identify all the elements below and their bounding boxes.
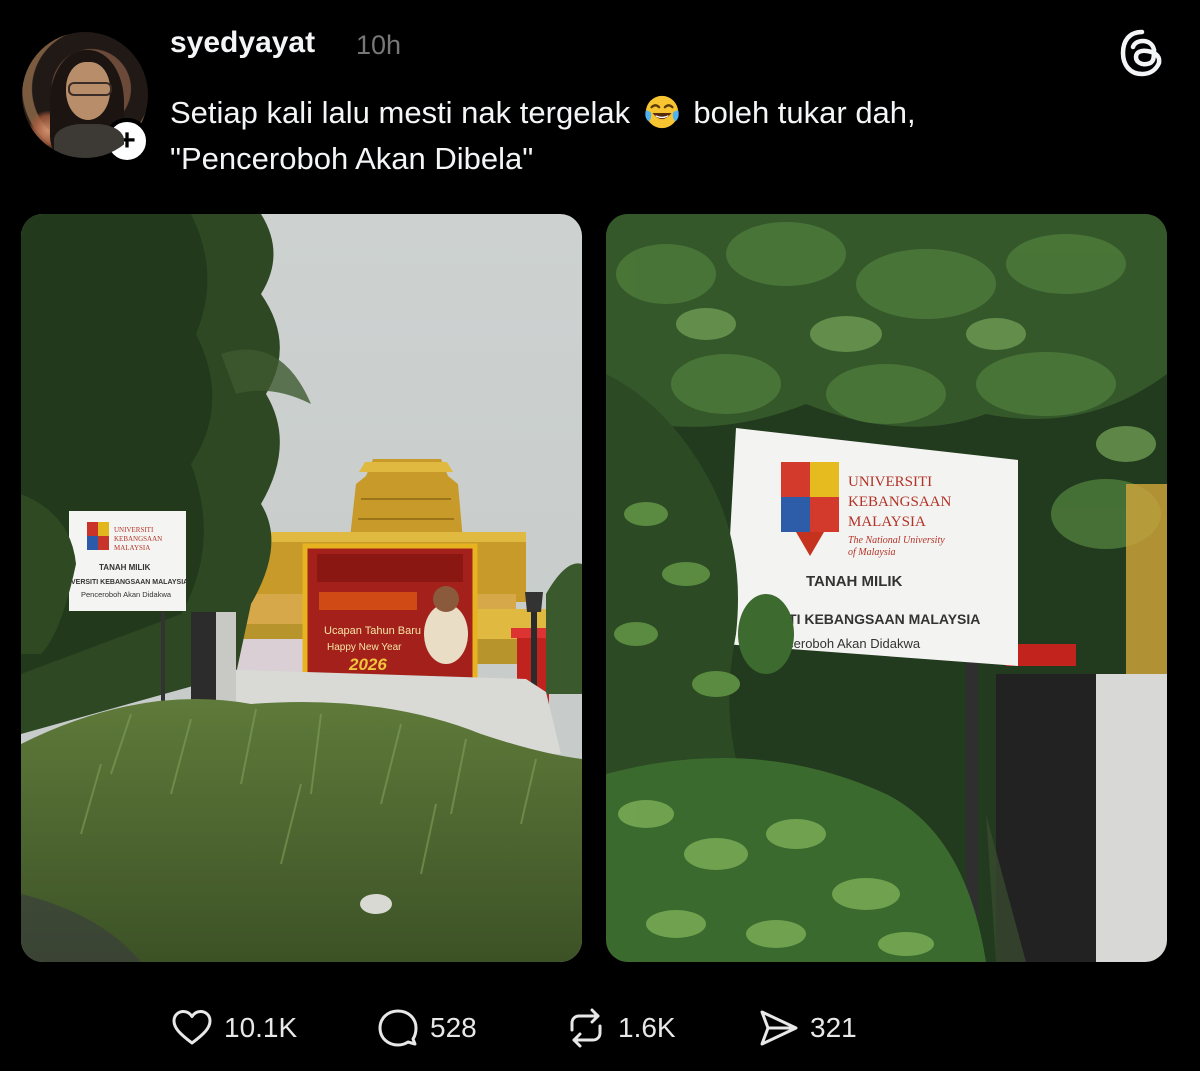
right-sign-tagline-1: The National University xyxy=(848,535,945,546)
post-image-sign[interactable]: UNIVERSITI KEBANGSAAN MALAYSIA The Natio… xyxy=(606,214,1167,962)
threads-post: + syedyayat 10h Setiap kali lalu mesti n… xyxy=(0,0,1200,1071)
reply-count: 528 xyxy=(430,1012,477,1043)
like-button[interactable]: 10.1K xyxy=(170,1004,297,1052)
threads-logo-icon[interactable] xyxy=(1117,28,1167,78)
avatar-shoulders xyxy=(54,124,124,158)
left-sign-line-4: VERSITI KEBANGSAAN MALAYSIA xyxy=(71,579,188,586)
repost-count: 1.6K xyxy=(618,1012,676,1043)
share-count: 321 xyxy=(810,1012,857,1043)
reply-button[interactable]: 528 xyxy=(376,1004,477,1052)
left-sign-line-5: Penceroboh Akan Didakwa xyxy=(81,590,172,599)
post-timestamp: 10h xyxy=(356,30,402,60)
temple-photo-illustration: Ucapan Tahun Baru Happy New Year 2026 UN… xyxy=(21,214,582,962)
right-sign-title: TANAH MILIK xyxy=(806,573,903,590)
left-sign-line-2: MALAYSIA xyxy=(114,544,150,552)
caption-text-part2: boleh tukar dah, xyxy=(693,95,916,130)
sign-photo-illustration: UNIVERSITI KEBANGSAAN MALAYSIA The Natio… xyxy=(606,214,1167,962)
caption-text-line2: "Penceroboh Akan Dibela" xyxy=(170,141,534,176)
right-sign-brand-2: KEBANGSAAN xyxy=(848,494,952,510)
heart-icon xyxy=(172,1010,212,1045)
laughing-tears-emoji-icon xyxy=(645,95,679,129)
post-caption: Setiap kali lalu mesti nak tergelak bole… xyxy=(170,90,1150,182)
right-sign-brand-1: UNIVERSITI xyxy=(848,474,932,490)
caption-text-part1: Setiap kali lalu mesti nak tergelak xyxy=(170,95,631,130)
send-icon xyxy=(760,1010,798,1046)
banner-year: 2026 xyxy=(348,655,387,674)
repost-button[interactable]: 1.6K xyxy=(564,1004,676,1052)
post-actions-bar: 10.1K 528 1.6K 321 xyxy=(0,1004,1200,1054)
like-count: 10.1K xyxy=(224,1012,298,1043)
right-sign-tagline-2: of Malaysia xyxy=(848,547,896,558)
banner-line2: Happy New Year xyxy=(327,642,402,653)
banner-line1: Ucapan Tahun Baru xyxy=(324,625,421,637)
left-sign-line-3: TANAH MILIK xyxy=(99,563,151,572)
avatar-glasses xyxy=(68,82,112,96)
right-sign-brand-3: MALAYSIA xyxy=(848,514,926,530)
post-username[interactable]: syedyayat xyxy=(170,26,315,60)
left-sign-line-0: UNIVERSITI xyxy=(114,526,154,534)
share-button[interactable]: 321 xyxy=(756,1004,857,1052)
left-sign-line-1: KEBANGSAAN xyxy=(114,535,162,543)
post-image-temple[interactable]: Ucapan Tahun Baru Happy New Year 2026 UN… xyxy=(21,214,582,962)
repost-icon xyxy=(570,1008,602,1048)
comment-bubble-icon xyxy=(378,1009,418,1047)
